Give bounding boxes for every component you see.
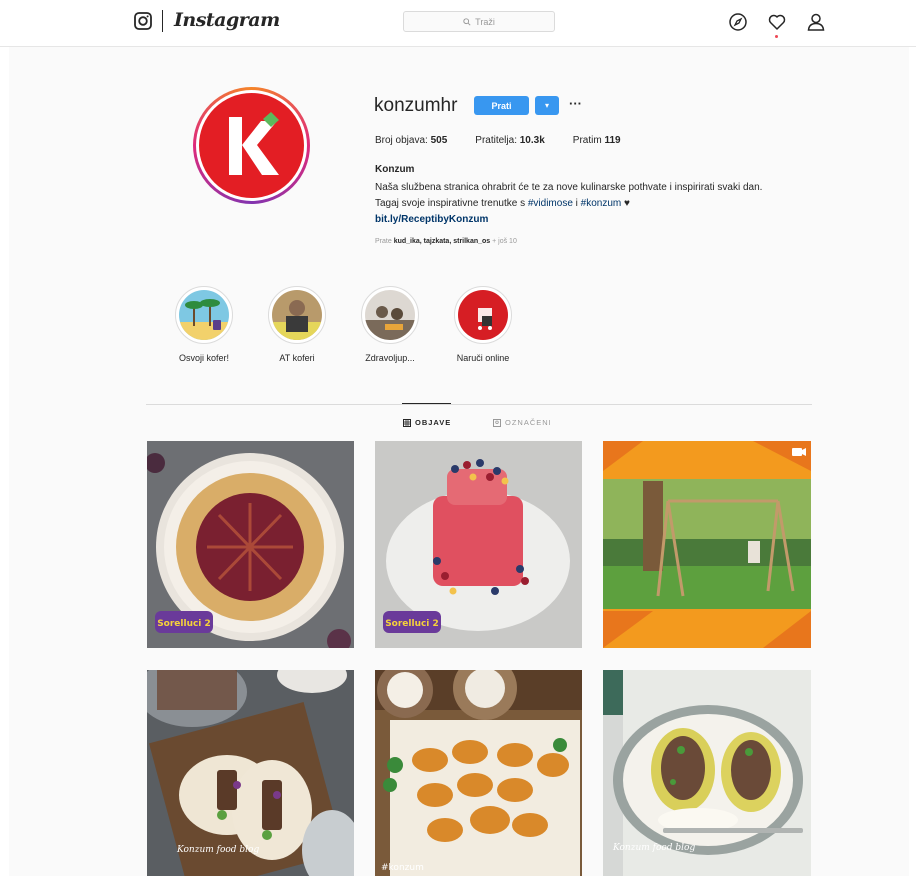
- top-navbar: Instagram Traži: [0, 0, 916, 47]
- highlight-zdravoljupci[interactable]: Zdravoljup...: [345, 286, 435, 363]
- bio-text: Naša službena stranica ohrabrit će te za…: [375, 182, 763, 209]
- highlight-naruci-online[interactable]: Naruči online: [438, 286, 528, 363]
- profile-stats: Broj objava: 505 Pratitelja: 10.3k Prati…: [375, 135, 649, 146]
- search-placeholder: Traži: [475, 16, 495, 27]
- profile-username: konzumhr: [374, 95, 458, 116]
- highlight-thumbnail: [272, 290, 322, 340]
- konzum-logo: [199, 93, 304, 198]
- video-icon: [792, 448, 806, 456]
- post-thumbnail[interactable]: [603, 441, 811, 648]
- instagram-camera-icon[interactable]: [134, 12, 152, 30]
- following-count[interactable]: Pratim 119: [573, 135, 621, 146]
- logo-separator: [162, 10, 163, 32]
- highlight-at-koferi[interactable]: AT koferi: [252, 286, 342, 363]
- post-thumbnail[interactable]: Sorelluci 2: [147, 441, 354, 648]
- search-icon: [463, 17, 471, 26]
- post-thumbnail[interactable]: Sorelluci 2: [375, 441, 582, 648]
- caret-down-icon: ▾: [544, 101, 549, 110]
- posts-count: Broj objava: 505: [375, 135, 448, 146]
- user-icon[interactable]: [806, 12, 826, 32]
- hashtag-link[interactable]: #vidimose: [528, 198, 573, 209]
- search-input[interactable]: Traži: [403, 11, 555, 32]
- followed-by[interactable]: Prate kud_ika, tajzkata, strilkan_os + j…: [375, 238, 517, 245]
- tab-objave[interactable]: OBJAVE: [403, 418, 451, 427]
- post-badge: Sorelluci 2: [385, 619, 439, 629]
- instagram-wordmark[interactable]: Instagram: [174, 9, 280, 31]
- heart-icon[interactable]: [767, 12, 787, 32]
- post-badge: Sorelluci 2: [157, 619, 211, 629]
- post-thumbnail[interactable]: Konzum food blog: [147, 670, 354, 876]
- profile-avatar[interactable]: [193, 87, 310, 204]
- follow-button[interactable]: Prati: [474, 96, 529, 115]
- more-options-button[interactable]: ···: [569, 96, 582, 111]
- post-thumbnail[interactable]: #konzum: [375, 670, 582, 876]
- notification-dot: [775, 35, 778, 38]
- active-tab-indicator: [402, 403, 451, 404]
- suggestions-dropdown-button[interactable]: ▾: [535, 96, 559, 115]
- post-watermark: #konzum: [381, 863, 424, 873]
- followers-count[interactable]: Pratitelja: 10.3k: [475, 135, 545, 146]
- hashtag-link[interactable]: #konzum: [581, 198, 622, 209]
- post-watermark: Konzum food blog: [612, 843, 695, 853]
- highlight-thumbnail: [365, 290, 415, 340]
- highlight-thumbnail: [458, 290, 508, 340]
- post-watermark: Konzum food blog: [176, 845, 259, 855]
- tabs-divider: [146, 404, 812, 405]
- bio-website-link[interactable]: bit.ly/ReceptibyKonzum: [375, 214, 488, 225]
- tag-icon: [493, 418, 501, 427]
- bio-name: Konzum: [375, 164, 415, 175]
- post-thumbnail[interactable]: Konzum food blog: [603, 670, 811, 876]
- tab-oznaceni[interactable]: OZNAČENI: [493, 418, 552, 427]
- grid-icon: [403, 418, 411, 427]
- highlight-thumbnail: [179, 290, 229, 340]
- highlight-osvoji-kofer[interactable]: Osvoji kofer!: [159, 286, 249, 363]
- compass-icon[interactable]: [728, 12, 748, 32]
